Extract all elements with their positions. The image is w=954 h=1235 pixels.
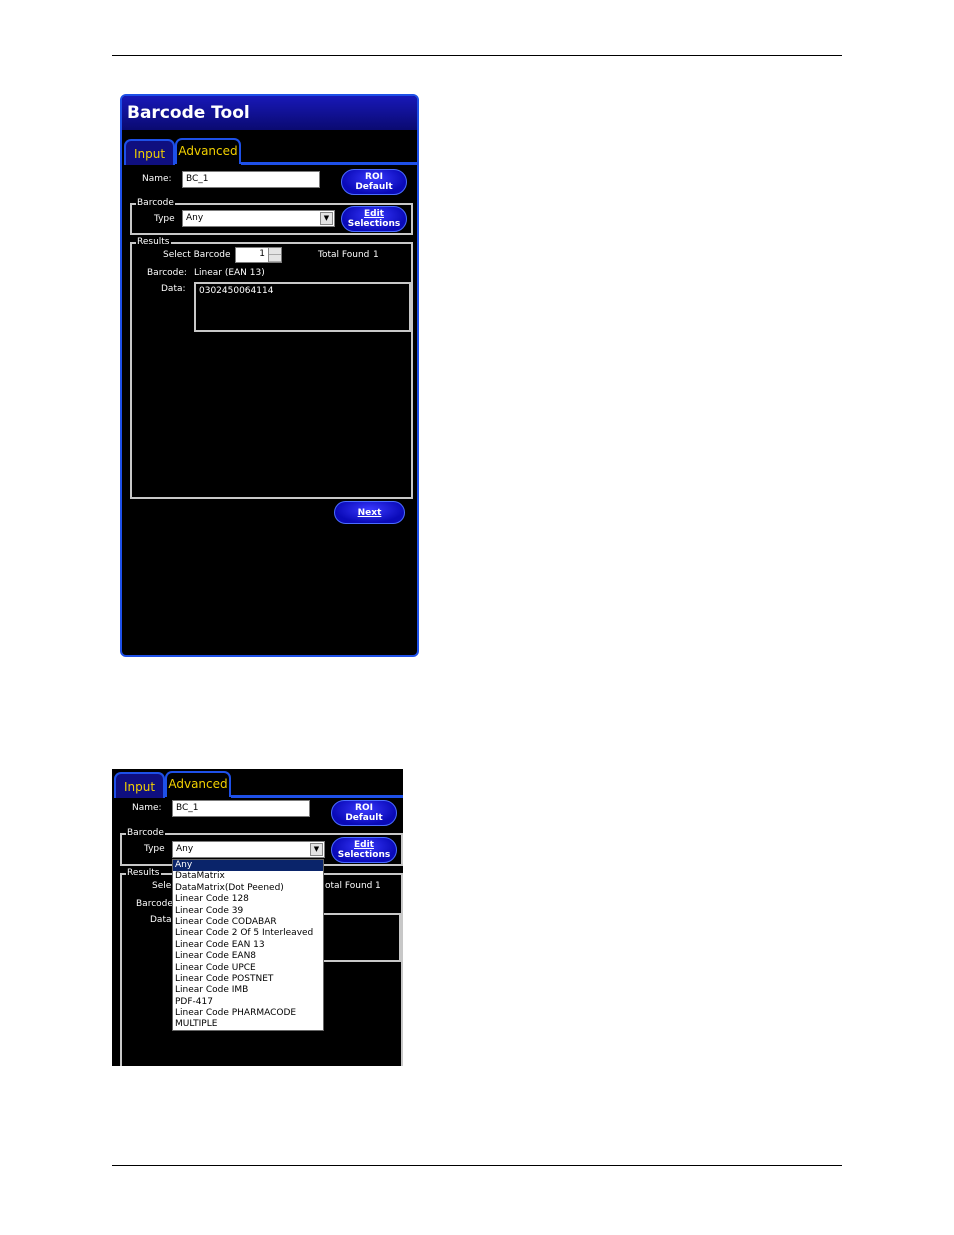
data-field[interactable]: 0302450064114 (194, 282, 411, 332)
barcode-label: Barcode: (147, 268, 187, 278)
select-barcode-stepper[interactable]: 1 (235, 247, 282, 263)
chevron-down-icon[interactable]: ▼ (310, 843, 323, 856)
next-button[interactable]: Next (334, 501, 405, 524)
barcode-tool-window: Barcode Tool Input Advanced Name: BC_1 R… (120, 94, 419, 657)
title-bar: Barcode Tool (122, 96, 417, 130)
chevron-down-icon[interactable]: ▼ (320, 212, 333, 225)
dropdown-option-datamatrix-dot-peened[interactable]: DataMatrix(Dot Peened) (173, 883, 323, 894)
barcode-group-title: Barcode (126, 828, 165, 838)
dropdown-option-imb[interactable]: Linear Code IMB (173, 985, 323, 996)
roi-default-button[interactable]: ROI Default (341, 169, 407, 195)
dropdown-option-pharmacode[interactable]: Linear Code PHARMACODE (173, 1008, 323, 1019)
select-barcode-label-partial: Sele (152, 881, 172, 891)
name-label: Name: (142, 174, 172, 184)
tab-input[interactable]: Input (124, 139, 175, 165)
dropdown-option-pdf417[interactable]: PDF-417 (173, 997, 323, 1008)
data-label-partial: Data (150, 915, 172, 925)
header-rule (112, 55, 842, 56)
tab-input[interactable]: Input (114, 772, 165, 798)
tab-strip-line (231, 795, 403, 798)
dropdown-option-code-128[interactable]: Linear Code 128 (173, 894, 323, 905)
type-label: Type (144, 844, 165, 854)
results-group: Results (130, 237, 413, 499)
type-select-value: Any (176, 844, 194, 854)
dropdown-option-multiple[interactable]: MULTIPLE (173, 1019, 323, 1030)
stepper-buttons[interactable] (268, 248, 281, 262)
dropdown-option-code-39[interactable]: Linear Code 39 (173, 906, 323, 917)
edit-selections-button[interactable]: Edit Selections (341, 206, 407, 232)
dropdown-option-codabar[interactable]: Linear Code CODABAR (173, 917, 323, 928)
name-input[interactable]: BC_1 (172, 800, 310, 817)
results-group-title: Results (126, 868, 161, 878)
tab-advanced[interactable]: Advanced (165, 771, 231, 797)
dropdown-option-upce[interactable]: Linear Code UPCE (173, 963, 323, 974)
type-label: Type (154, 214, 175, 224)
type-dropdown-list[interactable]: Any DataMatrix DataMatrix(Dot Peened) Li… (172, 859, 324, 1031)
dropdown-option-2of5-interleaved[interactable]: Linear Code 2 Of 5 Interleaved (173, 928, 323, 939)
barcode-group-title: Barcode (136, 198, 175, 208)
roi-default-button[interactable]: ROI Default (331, 800, 397, 826)
dropdown-option-ean13[interactable]: Linear Code EAN 13 (173, 940, 323, 951)
total-found-label-partial: otal Found (325, 881, 373, 891)
name-label: Name: (132, 803, 162, 813)
total-found-value: 1 (373, 250, 379, 260)
dropdown-option-datamatrix[interactable]: DataMatrix (173, 871, 323, 882)
total-found-value: 1 (375, 881, 381, 891)
type-select[interactable]: Any ▼ (182, 210, 335, 227)
barcode-value: Linear (EAN 13) (194, 268, 265, 278)
select-barcode-label: Select Barcode (163, 250, 231, 260)
results-group-title: Results (136, 237, 171, 247)
data-label: Data: (161, 284, 186, 294)
footer-rule (112, 1165, 842, 1166)
type-select-value: Any (186, 213, 204, 223)
edit-selections-button[interactable]: Edit Selections (331, 837, 397, 863)
dropdown-option-ean8[interactable]: Linear Code EAN8 (173, 951, 323, 962)
data-field[interactable] (312, 913, 401, 962)
dropdown-option-any[interactable]: Any (173, 860, 323, 872)
type-select[interactable]: Any ▼ (172, 841, 325, 858)
name-input[interactable]: BC_1 (182, 171, 320, 188)
tab-advanced[interactable]: Advanced (175, 138, 241, 164)
window-title: Barcode Tool (127, 103, 250, 123)
total-found-label: Total Found (318, 250, 370, 260)
barcode-label-partial: Barcode (136, 899, 173, 909)
dropdown-option-postnet[interactable]: Linear Code POSTNET (173, 974, 323, 985)
tab-strip-line (241, 162, 417, 165)
